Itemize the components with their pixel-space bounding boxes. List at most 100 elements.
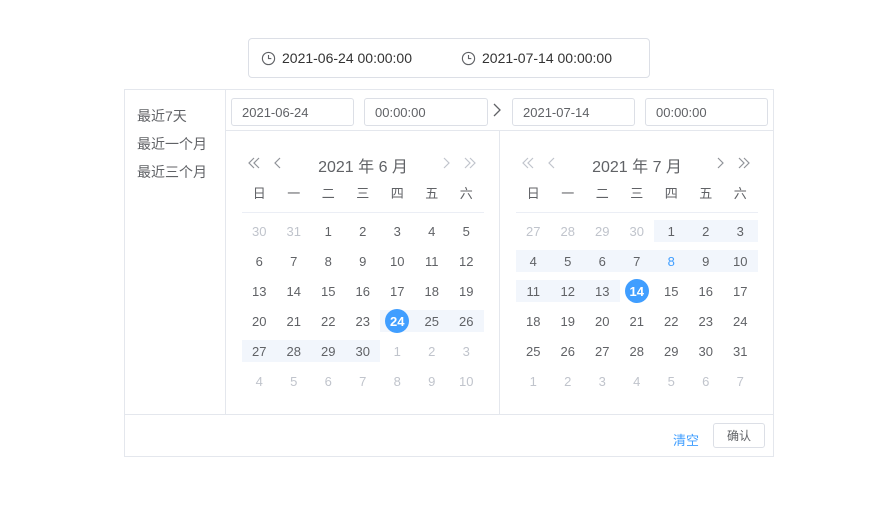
start-time-input[interactable]: 00:00:00 [364,98,488,126]
day-cell[interactable]: 18 [415,276,450,306]
day-cell[interactable]: 20 [242,306,277,336]
day-cell[interactable]: 30 [242,216,277,246]
start-date-input[interactable]: 2021-06-24 [231,98,354,126]
day-cell[interactable]: 12 [550,276,585,306]
day-cell[interactable]: 6 [242,246,277,276]
day-cell[interactable]: 30 [620,216,655,246]
day-cell[interactable]: 16 [689,276,724,306]
day-cell[interactable]: 27 [516,216,551,246]
day-cell[interactable]: 1 [516,366,551,396]
day-cell[interactable]: 3 [380,216,415,246]
confirm-button[interactable]: 确认 [713,423,765,448]
day-cell[interactable]: 20 [585,306,620,336]
day-cell[interactable]: 18 [516,306,551,336]
day-number: 30 [355,343,370,359]
day-cell[interactable]: 12 [449,246,484,276]
day-cell[interactable]: 7 [346,366,381,396]
day-cell[interactable]: 1 [654,216,689,246]
day-cell[interactable]: 29 [585,216,620,246]
date-range-input[interactable]: 2021-06-24 00:00:00 2021-07-14 00:00:00 [248,38,650,78]
day-cell[interactable]: 22 [311,306,346,336]
day-cell[interactable]: 4 [516,246,551,276]
day-cell[interactable]: 24 [723,306,758,336]
day-cell[interactable]: 31 [723,336,758,366]
day-cell[interactable]: 6 [585,246,620,276]
day-cell[interactable]: 3 [585,366,620,396]
day-cell[interactable]: 2 [688,216,723,246]
day-cell[interactable]: 26 [551,336,586,366]
today-day-cell[interactable]: 8 [654,246,689,276]
day-cell[interactable]: 21 [277,306,312,336]
day-cell[interactable]: 15 [654,276,689,306]
day-cell[interactable]: 30 [689,336,724,366]
day-cell[interactable]: 15 [311,276,346,306]
day-cell[interactable]: 29 [654,336,689,366]
day-cell[interactable]: 1 [311,216,346,246]
day-cell[interactable]: 16 [346,276,381,306]
day-cell[interactable]: 2 [415,336,450,366]
day-cell[interactable]: 5 [550,246,585,276]
day-cell[interactable]: 17 [723,276,758,306]
range-end[interactable]: 2021-07-14 00:00:00 [461,39,612,77]
day-cell[interactable]: 7 [619,246,654,276]
day-cell[interactable]: 23 [689,306,724,336]
day-cell[interactable]: 4 [415,216,450,246]
day-cell[interactable]: 6 [311,366,346,396]
day-cell[interactable]: 3 [723,216,758,246]
day-cell[interactable]: 2 [346,216,381,246]
day-cell[interactable]: 2 [551,366,586,396]
clear-button[interactable]: 清空 [673,430,699,449]
day-cell[interactable]: 13 [242,276,277,306]
chevron-right-icon[interactable] [712,155,728,171]
day-cell[interactable]: 28 [276,336,311,366]
day-number: 5 [564,253,572,269]
day-cell[interactable]: 28 [620,336,655,366]
shortcut-last-3-months[interactable]: 最近三个月 [137,162,207,182]
range-start[interactable]: 2021-06-24 00:00:00 [261,39,412,77]
day-cell[interactable]: 5 [654,366,689,396]
day-cell[interactable]: 4 [242,366,277,396]
day-cell[interactable]: 5 [277,366,312,396]
day-cell[interactable]: 9 [415,366,450,396]
day-cell[interactable]: 1 [380,336,415,366]
day-cell[interactable]: 21 [620,306,655,336]
day-cell[interactable]: 26 [449,306,484,336]
day-cell[interactable]: 25 [516,336,551,366]
day-cell[interactable]: 14 [277,276,312,306]
day-cell[interactable]: 10 [449,366,484,396]
day-cell[interactable]: 6 [689,366,724,396]
day-cell[interactable]: 4 [620,366,655,396]
day-cell[interactable]: 9 [346,246,381,276]
day-cell[interactable]: 30 [345,336,380,366]
day-cell[interactable]: 11 [415,246,450,276]
double-chevron-right-icon[interactable] [736,155,752,171]
day-cell[interactable]: 29 [311,336,346,366]
day-cell[interactable]: 8 [311,246,346,276]
day-cell[interactable]: 19 [449,276,484,306]
shortcut-last-7-days[interactable]: 最近7天 [137,106,187,126]
day-cell[interactable]: 31 [277,216,312,246]
day-cell[interactable]: 19 [551,306,586,336]
day-cell[interactable]: 7 [723,366,758,396]
day-cell[interactable]: 7 [277,246,312,276]
end-date-input[interactable]: 2021-07-14 [512,98,635,126]
day-cell[interactable]: 10 [380,246,415,276]
day-cell[interactable]: 27 [585,336,620,366]
shortcut-last-month[interactable]: 最近一个月 [137,134,207,154]
day-cell[interactable]: 28 [551,216,586,246]
selected-day-cell[interactable]: 14 [620,276,655,306]
day-cell[interactable]: 11 [516,276,551,306]
day-cell[interactable]: 22 [654,306,689,336]
day-cell[interactable]: 17 [380,276,415,306]
day-cell[interactable]: 23 [346,306,381,336]
selected-day-cell[interactable]: 24 [380,306,415,336]
day-cell[interactable]: 10 [723,246,758,276]
day-cell[interactable]: 25 [414,306,449,336]
day-cell[interactable]: 13 [585,276,620,306]
day-cell[interactable]: 3 [449,336,484,366]
day-cell[interactable]: 9 [688,246,723,276]
day-cell[interactable]: 27 [242,336,277,366]
day-cell[interactable]: 8 [380,366,415,396]
end-time-input[interactable]: 00:00:00 [645,98,768,126]
day-cell[interactable]: 5 [449,216,484,246]
